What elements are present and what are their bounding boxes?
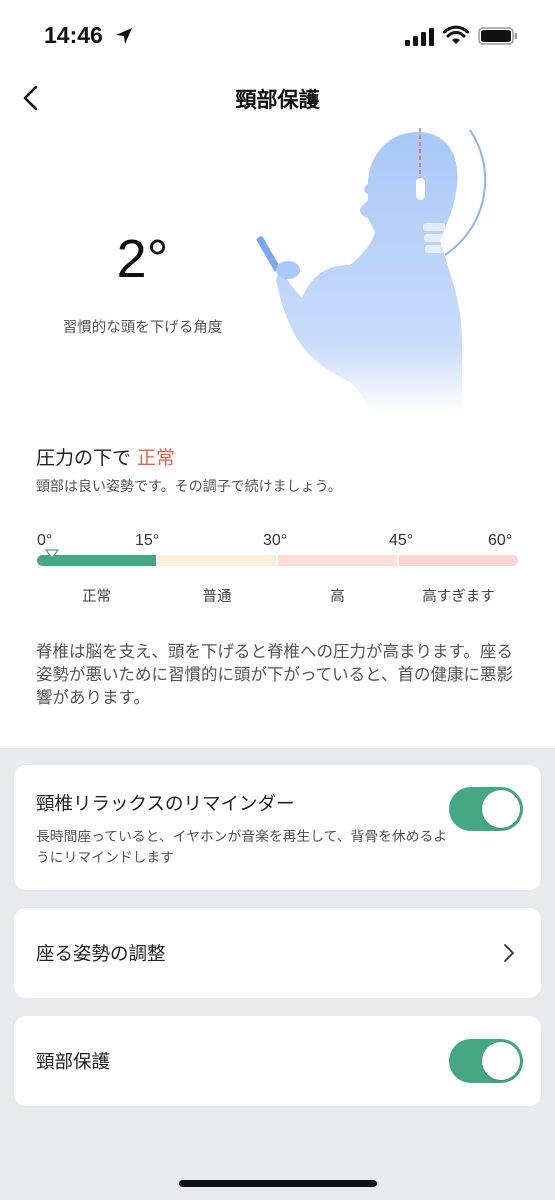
reminder-toggle[interactable] [449,787,523,831]
explanation-text: 脊椎は脳を支え、頭を下げると脊椎への圧力が高まります。座る姿勢が悪いために習慣的… [36,642,514,707]
toggle-knob [482,1042,520,1080]
scale-segment-very-high [399,555,518,566]
status-bar: 14:46 [0,0,555,72]
scale-segment-medium [158,555,276,566]
range-label-normal: 正常 [82,589,111,605]
angle-label: 習慣的な頭を下げる角度 [62,320,223,336]
neck-protection-toggle[interactable] [449,1039,523,1083]
chevron-right-icon [504,944,514,962]
reminder-title: 頸椎リラックスのリマインダー [36,794,295,815]
current-angle-marker-icon [45,549,59,559]
reminder-card: 頸椎リラックスのリマインダー 長時間座っていると、イヤホンが音楽を再生して、背骨… [14,765,541,890]
scale-segment-high [278,555,397,566]
neck-protection-card: 頸部保護 [14,1016,541,1106]
wifi-icon [443,25,469,44]
neck-posture-illustration [256,128,487,415]
scale-tick: 45° [389,532,414,549]
range-label-very-high: 高すぎます [422,589,495,605]
range-label-medium: 普通 [202,589,232,605]
neck-protection-title: 頸部保護 [36,1052,111,1073]
battery-icon [478,27,517,45]
scale-tick: 0° [37,532,53,549]
toggle-knob [482,790,520,828]
status-time: 14:46 [44,22,103,48]
scale-tick: 30° [263,532,288,549]
reminder-description: 長時間座っていると、イヤホンが音楽を再生して、背骨を休めるようにリマインドします [36,829,448,866]
sitting-posture-title: 座る姿勢の調整 [36,944,166,965]
scale-tick: 15° [135,532,160,549]
location-arrow-icon [116,28,132,44]
home-indicator [179,1180,377,1187]
page-title: 頸部保護 [235,88,320,112]
pressure-status: 正常 [137,447,176,469]
cellular-signal-icon [405,28,434,46]
sitting-posture-row[interactable]: 座る姿勢の調整 [14,908,541,998]
pressure-description: 頸部は良い姿勢です。その調子で続けましょう。 [36,479,342,495]
scale-tick: 60° [488,532,513,549]
pressure-heading: 圧力の下で 正常 [36,443,175,470]
range-label-high: 高 [330,589,345,605]
angle-value: 2° [116,229,169,289]
pressure-title: 圧力の下で [36,447,132,469]
